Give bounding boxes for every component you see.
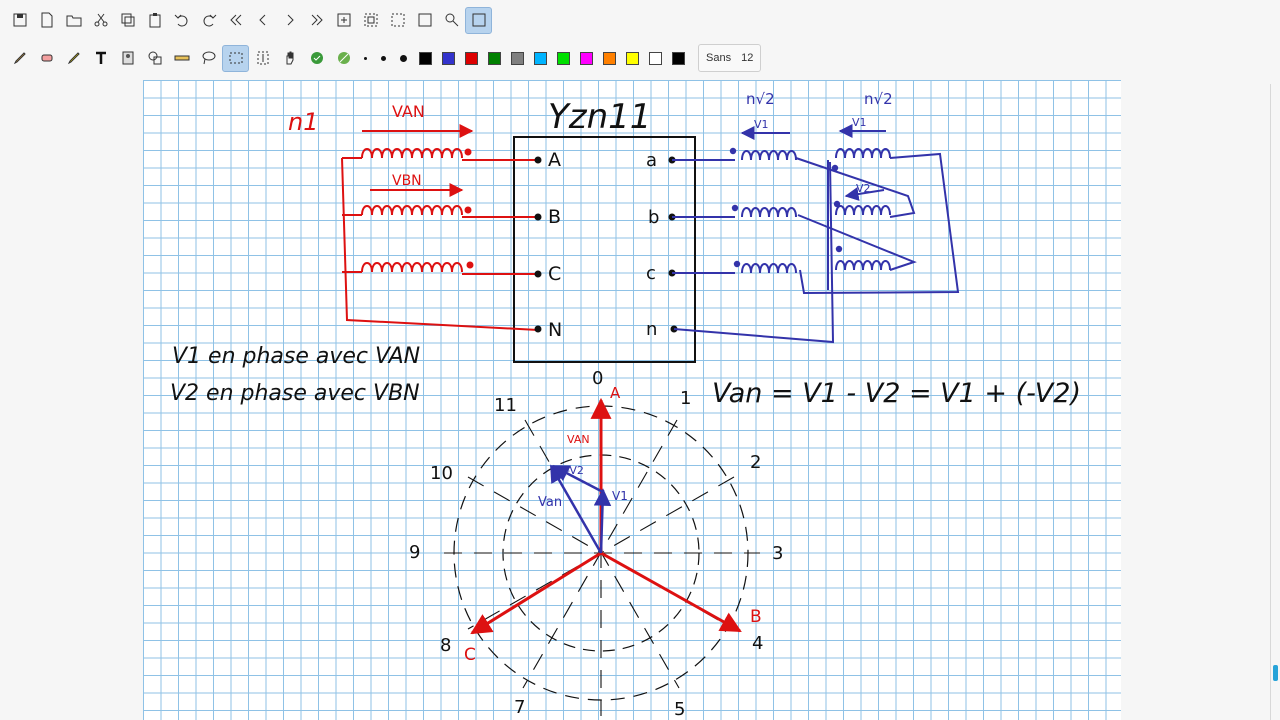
page-edge bbox=[1270, 84, 1271, 720]
hand-icon bbox=[286, 51, 293, 65]
redo-button[interactable] bbox=[195, 7, 222, 34]
highlighter-button[interactable] bbox=[60, 45, 87, 72]
main-toolbar bbox=[0, 3, 492, 37]
font-size: 12 bbox=[741, 52, 754, 64]
ruler-button[interactable] bbox=[168, 45, 195, 72]
last-page-button[interactable] bbox=[303, 7, 330, 34]
color-swatch[interactable] bbox=[672, 51, 685, 65]
lasso-icon bbox=[202, 51, 215, 65]
save-button[interactable] bbox=[6, 7, 33, 34]
color-swatch[interactable] bbox=[465, 51, 478, 65]
previous-page-button[interactable] bbox=[249, 7, 276, 34]
new-page-icon bbox=[41, 12, 52, 28]
pen-button[interactable] bbox=[6, 45, 33, 72]
zoom-page-icon bbox=[418, 13, 431, 27]
rect-select-icon bbox=[229, 52, 242, 64]
default-tool-icon bbox=[310, 52, 323, 64]
fullscreen-button[interactable] bbox=[465, 6, 492, 34]
shape-recognizer-icon bbox=[337, 52, 350, 64]
rect-select-button[interactable] bbox=[222, 44, 249, 72]
image-icon bbox=[122, 51, 133, 65]
vertical-space-icon bbox=[257, 51, 268, 65]
shapes-button[interactable] bbox=[141, 45, 168, 72]
vertical-scrollbar[interactable] bbox=[1273, 665, 1278, 681]
cut-icon bbox=[94, 13, 107, 27]
color-swatch[interactable] bbox=[442, 51, 455, 65]
select-region-button[interactable] bbox=[384, 7, 411, 34]
font-selector-button[interactable]: Sans 12 bbox=[698, 44, 762, 72]
zoom-fit-icon bbox=[337, 13, 350, 27]
pen-size-medium[interactable] bbox=[400, 54, 407, 62]
image-button[interactable] bbox=[114, 45, 141, 72]
color-swatch[interactable] bbox=[649, 51, 662, 65]
pen-size-very-fine[interactable] bbox=[364, 56, 367, 60]
vertical-space-button[interactable] bbox=[249, 45, 276, 72]
open-folder-icon bbox=[66, 15, 81, 27]
redo-icon bbox=[203, 14, 216, 27]
color-swatch[interactable] bbox=[603, 51, 616, 65]
notebook-page[interactable] bbox=[143, 80, 1121, 720]
color-swatch[interactable] bbox=[419, 51, 432, 65]
first-page-button[interactable] bbox=[222, 7, 249, 34]
zoom-region-icon bbox=[364, 13, 377, 27]
text-icon bbox=[95, 51, 106, 64]
next-page-icon bbox=[287, 14, 294, 26]
color-swatch[interactable] bbox=[534, 51, 547, 65]
next-page-button[interactable] bbox=[276, 7, 303, 34]
cut-button[interactable] bbox=[87, 7, 114, 34]
color-swatch[interactable] bbox=[580, 51, 593, 65]
default-tool-button[interactable] bbox=[303, 45, 330, 72]
zoom-page-button[interactable] bbox=[411, 7, 438, 34]
eraser-icon bbox=[41, 54, 52, 62]
lasso-button[interactable] bbox=[195, 45, 222, 72]
search-button[interactable] bbox=[438, 7, 465, 34]
open-folder-button[interactable] bbox=[60, 7, 87, 34]
shapes-icon bbox=[148, 51, 161, 65]
eraser-button[interactable] bbox=[33, 45, 60, 72]
copy-button[interactable] bbox=[114, 7, 141, 34]
previous-page-icon bbox=[258, 14, 265, 26]
color-swatch[interactable] bbox=[488, 51, 501, 65]
undo-button[interactable] bbox=[168, 7, 195, 34]
paste-icon bbox=[149, 13, 160, 28]
color-swatch[interactable] bbox=[626, 51, 639, 65]
paste-button[interactable] bbox=[141, 7, 168, 34]
undo-icon bbox=[174, 14, 187, 27]
text-button[interactable] bbox=[87, 45, 114, 72]
highlighter-icon bbox=[67, 52, 80, 65]
ruler-icon bbox=[174, 55, 189, 61]
copy-icon bbox=[121, 13, 134, 27]
shape-recognizer-button[interactable] bbox=[330, 45, 357, 72]
color-swatch[interactable] bbox=[557, 51, 570, 65]
save-icon bbox=[13, 13, 26, 27]
new-page-button[interactable] bbox=[33, 7, 60, 34]
pen-size-fine[interactable] bbox=[381, 55, 386, 61]
last-page-icon bbox=[311, 14, 323, 26]
tools-toolbar: Sans 12 bbox=[0, 41, 762, 75]
zoom-fit-button[interactable] bbox=[330, 7, 357, 34]
color-swatch[interactable] bbox=[511, 51, 524, 65]
hand-button[interactable] bbox=[276, 45, 303, 72]
select-region-icon bbox=[391, 13, 404, 27]
zoom-region-button[interactable] bbox=[357, 7, 384, 34]
pen-icon bbox=[13, 52, 26, 65]
first-page-icon bbox=[229, 14, 241, 26]
font-name: Sans bbox=[706, 52, 732, 64]
search-icon bbox=[445, 13, 458, 27]
fullscreen-icon bbox=[472, 13, 485, 27]
